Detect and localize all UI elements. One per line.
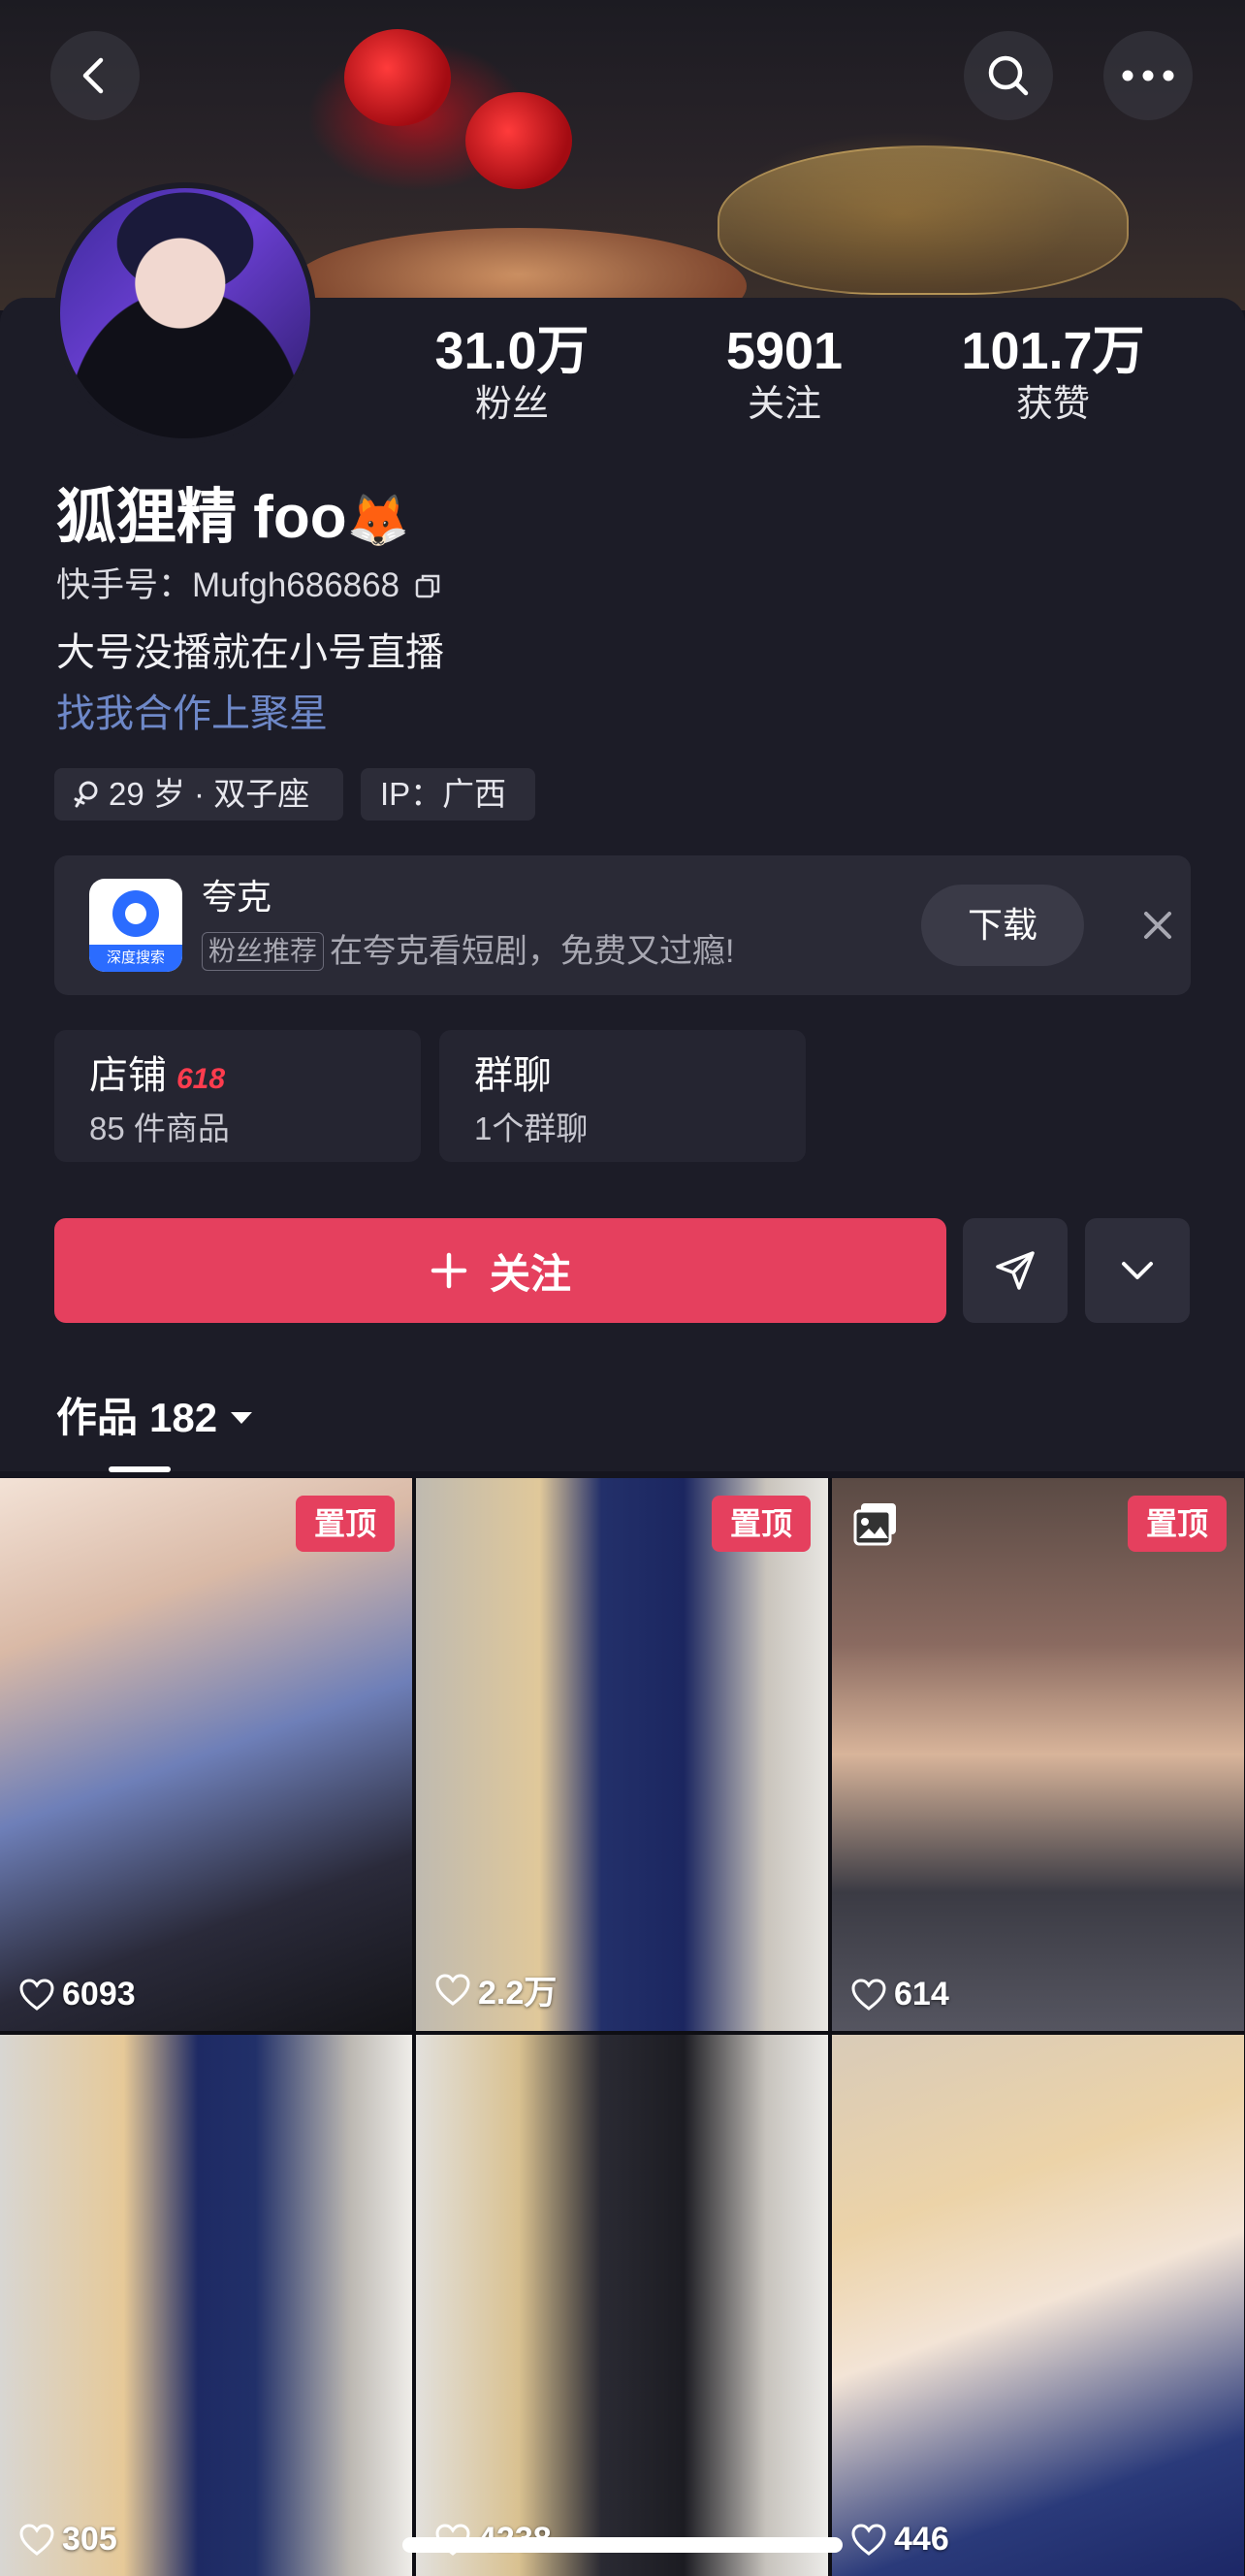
cooperation-link[interactable]: 找我合作上聚星 <box>56 687 328 741</box>
tag-ip: IP：广西 <box>361 768 535 821</box>
more-button[interactable] <box>1103 31 1193 120</box>
like-count-value: 2.2万 <box>478 1975 558 2012</box>
pinned-badge: 置顶 <box>1128 1496 1227 1552</box>
shop-sub: 85 件商品 <box>89 1111 230 1146</box>
stat-following[interactable]: 5901 关注 <box>658 320 910 427</box>
group-title: 群聊 <box>474 1054 552 1097</box>
bio-text: 大号没播就在小号直播 <box>56 631 444 674</box>
heart-icon <box>851 2523 886 2556</box>
user-id: 快手号：Mufgh686868 <box>56 563 442 609</box>
heart-icon <box>19 2523 54 2556</box>
quark-logo-mark <box>112 890 159 937</box>
quark-logo-text: 深度搜索 <box>89 945 182 972</box>
post-thumbnail[interactable]: 4238 <box>416 2035 828 2576</box>
like-count-value: 6093 <box>62 1976 136 2012</box>
stat-label: 关注 <box>747 384 821 425</box>
user-id-value: Mufgh686868 <box>192 566 400 604</box>
back-button[interactable] <box>50 31 140 120</box>
ad-title: 夸克 <box>202 877 272 917</box>
post-thumbnail[interactable]: 置顶 6093 <box>0 1478 412 2031</box>
back-arrow-icon <box>82 57 104 94</box>
ad-text: 在夸克看短剧，免费又过瘾! <box>330 933 735 970</box>
works-count: 182 <box>149 1395 218 1440</box>
like-count-value: 305 <box>62 2521 117 2558</box>
group-sub: 1个群聊 <box>474 1111 589 1146</box>
like-count: 614 <box>851 1976 949 2013</box>
stat-likes[interactable]: 101.7万 获赞 <box>927 320 1179 427</box>
tab-indicator <box>109 1466 171 1472</box>
like-count-value: 446 <box>894 2521 949 2558</box>
post-thumbnail[interactable]: 305 <box>0 2035 412 2576</box>
chevron-down-icon <box>1122 1262 1153 1279</box>
ad-badge: 粉丝推荐 <box>202 932 325 971</box>
shop-title: 店铺 618 <box>89 1049 225 1106</box>
stat-value: 31.0万 <box>434 322 590 380</box>
chevron-down-icon <box>231 1412 253 1424</box>
photo-icon <box>853 1503 896 1546</box>
tag-age: 29 岁 · 双子座 <box>54 768 343 821</box>
pot-decoration <box>718 145 1129 295</box>
send-icon <box>996 1251 1035 1290</box>
tag-age-text: 29 岁 · 双子座 <box>109 776 310 812</box>
gender-icon <box>74 781 98 808</box>
ad-subtitle: 粉丝推荐 在夸克看短剧，免费又过瘾! <box>202 929 734 974</box>
pinned-badge: 置顶 <box>712 1496 811 1552</box>
avatar[interactable] <box>54 182 316 444</box>
heart-icon <box>19 1978 54 2011</box>
like-count-value: 614 <box>894 1976 949 2012</box>
group-entry[interactable]: 群聊 1个群聊 <box>439 1030 806 1162</box>
like-count: 2.2万 <box>435 1966 557 2013</box>
pinned-badge: 置顶 <box>296 1496 395 1552</box>
fox-emoji: 🦊 <box>346 493 410 549</box>
stat-value: 101.7万 <box>961 322 1145 380</box>
follow-button[interactable]: 关注 <box>54 1218 946 1323</box>
stat-value: 5901 <box>725 322 844 380</box>
post-thumbnail[interactable]: 置顶 614 <box>832 1478 1244 2031</box>
download-button[interactable]: 下载 <box>921 885 1084 966</box>
user-id-label: 快手号： <box>56 566 193 604</box>
more-options-button[interactable] <box>1085 1218 1190 1323</box>
follow-label: 关注 <box>489 1250 571 1297</box>
heart-icon <box>435 1973 470 2006</box>
plus-icon <box>431 1252 467 1289</box>
ad-banner[interactable]: 深度搜索 夸克 粉丝推荐 在夸克看短剧，免费又过瘾! 下载 <box>54 855 1191 995</box>
copy-icon[interactable] <box>413 571 442 600</box>
close-icon[interactable] <box>1136 904 1179 947</box>
posts-grid: 置顶 6093 置顶 2.2万 置顶 614 305 4238 <box>0 1478 1245 2576</box>
like-count: 6093 <box>19 1976 136 2013</box>
stat-followers[interactable]: 31.0万 粉丝 <box>386 320 638 427</box>
message-button[interactable] <box>963 1218 1068 1323</box>
heart-icon <box>851 1978 886 2011</box>
home-indicator[interactable] <box>402 2537 843 2553</box>
profile-name-text: 狐狸精 foo <box>56 484 347 551</box>
profile-name: 狐狸精 foo🦊 <box>56 479 409 560</box>
rose-decoration <box>465 92 572 189</box>
works-label: 作品 <box>56 1395 139 1440</box>
stat-label: 获赞 <box>1015 384 1090 425</box>
search-button[interactable] <box>964 31 1053 120</box>
tab-works[interactable]: 作品 182 <box>56 1389 254 1447</box>
post-thumbnail[interactable]: 置顶 2.2万 <box>416 1478 828 2031</box>
shop-promo: 618 <box>176 1063 226 1095</box>
shop-entry[interactable]: 店铺 618 85 件商品 <box>54 1030 421 1162</box>
like-count: 446 <box>851 2521 949 2559</box>
quark-logo: 深度搜索 <box>89 879 182 972</box>
more-icon <box>1122 70 1174 81</box>
post-thumbnail[interactable]: 446 <box>832 2035 1244 2576</box>
rose-decoration <box>344 29 451 126</box>
like-count: 305 <box>19 2521 117 2559</box>
stat-label: 粉丝 <box>474 384 549 425</box>
shop-title-text: 店铺 <box>89 1054 167 1097</box>
search-icon <box>988 55 1029 96</box>
